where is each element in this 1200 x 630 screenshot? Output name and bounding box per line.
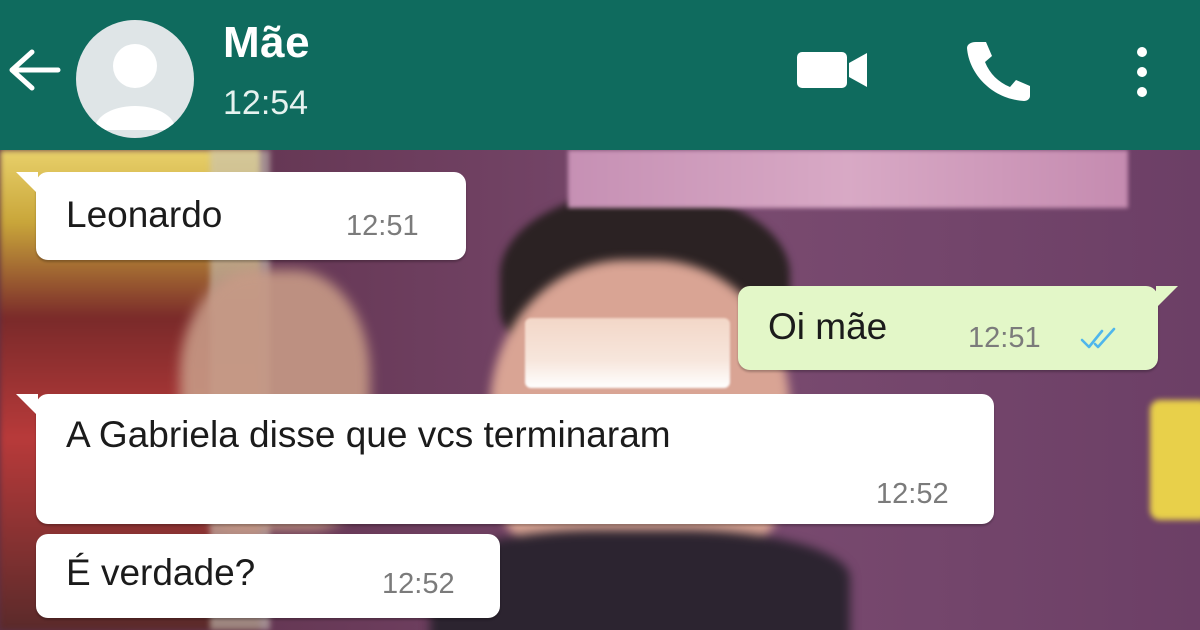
avatar[interactable] [76, 20, 194, 138]
video-call-icon[interactable] [795, 48, 869, 92]
bubble-tail [1156, 286, 1178, 308]
arrow-left-icon[interactable] [4, 44, 64, 96]
message-outgoing[interactable]: Oi mãe 12:51 [738, 286, 1178, 370]
face-redaction [525, 318, 730, 388]
default-avatar-icon [94, 44, 176, 130]
message-incoming[interactable]: A Gabriela disse que vcs terminaram 12:5… [16, 394, 994, 524]
phone-icon[interactable] [962, 38, 1032, 102]
message-text: Leonardo [66, 194, 223, 235]
message-time: 12:51 [968, 322, 1041, 354]
message-text: Oi mãe [768, 306, 888, 347]
bubble-tail [16, 394, 38, 416]
bubble-tail [16, 172, 38, 194]
message-time: 12:52 [876, 478, 949, 510]
background-right-object [1150, 400, 1200, 520]
last-seen-status: 12:54 [223, 84, 309, 122]
redaction-bar [568, 150, 1128, 208]
message-incoming[interactable]: É verdade? 12:52 [36, 534, 500, 618]
contact-name[interactable]: Mãe [223, 18, 310, 68]
message-text: É verdade? [66, 552, 256, 593]
message-time: 12:51 [346, 210, 419, 242]
read-receipt-double-check-icon [1080, 327, 1116, 349]
message-text: A Gabriela disse que vcs terminaram [66, 414, 671, 455]
message-incoming[interactable]: Leonardo 12:51 [16, 172, 466, 260]
message-time: 12:52 [382, 568, 455, 600]
more-vert-icon[interactable] [1128, 44, 1156, 100]
chat-header: Mãe 12:54 [0, 0, 1200, 150]
